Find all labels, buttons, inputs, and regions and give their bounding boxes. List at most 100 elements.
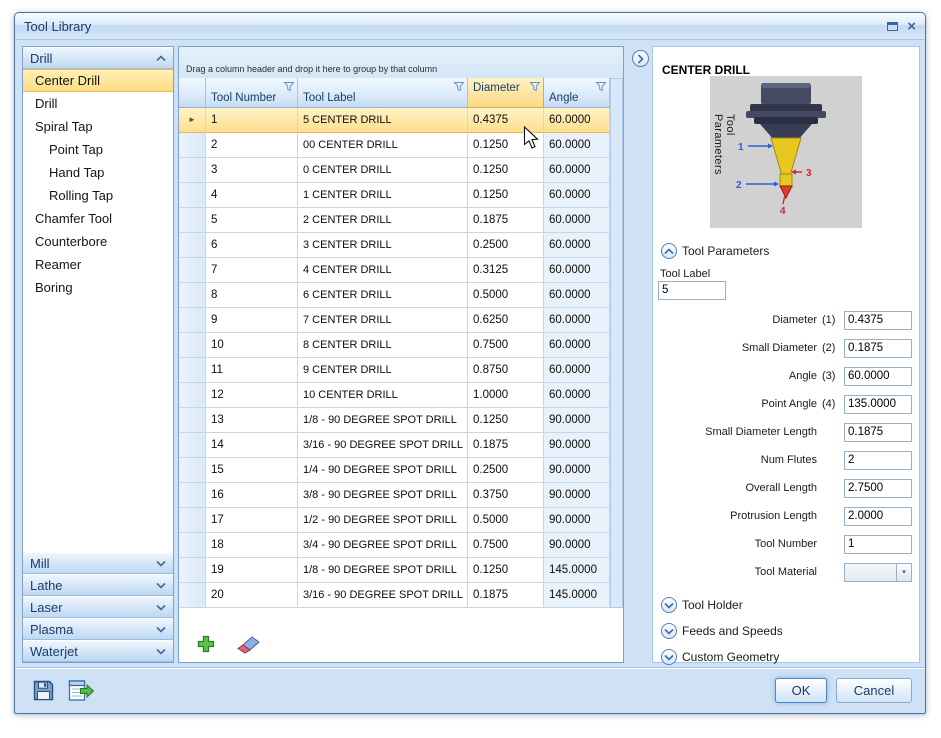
- table-row[interactable]: 151/4 - 90 DEGREE SPOT DRILL0.250090.000…: [179, 458, 610, 483]
- maximize-button[interactable]: [887, 22, 898, 31]
- table-row[interactable]: 41 CENTER DRILL0.125060.0000: [179, 183, 610, 208]
- row-indicator: [179, 208, 206, 233]
- small-diameter-length-input[interactable]: 0.1875: [844, 423, 912, 442]
- cell-angle: 90.0000: [544, 533, 610, 558]
- tool-label-input[interactable]: 5: [658, 281, 726, 300]
- table-row[interactable]: ►15 CENTER DRILL0.437560.0000: [179, 108, 610, 133]
- delete-tool-button[interactable]: [231, 630, 265, 658]
- diameter-input[interactable]: 0.4375: [844, 311, 912, 330]
- table-row[interactable]: 163/8 - 90 DEGREE SPOT DRILL0.375090.000…: [179, 483, 610, 508]
- sidebar-group-lathe[interactable]: Lathe: [23, 574, 173, 596]
- grid-body: ►15 CENTER DRILL0.437560.0000200 CENTER …: [179, 108, 610, 608]
- sidebar-item-chamfer-tool[interactable]: Chamfer Tool: [23, 207, 173, 230]
- cell-angle: 60.0000: [544, 383, 610, 408]
- filter-icon[interactable]: [529, 81, 541, 92]
- footer: OK Cancel: [15, 667, 925, 712]
- sidebar-group-waterjet[interactable]: Waterjet: [23, 640, 173, 662]
- table-row[interactable]: 108 CENTER DRILL0.750060.0000: [179, 333, 610, 358]
- group-by-drop-zone[interactable]: Drag a column header and drop it here to…: [179, 47, 623, 78]
- sidebar-item-hand-tap[interactable]: Hand Tap: [23, 161, 173, 184]
- table-row[interactable]: 171/2 - 90 DEGREE SPOT DRILL0.500090.000…: [179, 508, 610, 533]
- table-row[interactable]: 74 CENTER DRILL0.312560.0000: [179, 258, 610, 283]
- column-header-label: Diameter: [473, 82, 520, 94]
- sidebar-item-rolling-tap[interactable]: Rolling Tap: [23, 184, 173, 207]
- cell-angle: 90.0000: [544, 483, 610, 508]
- table-row[interactable]: 143/16 - 90 DEGREE SPOT DRILL0.187590.00…: [179, 433, 610, 458]
- table-row[interactable]: 86 CENTER DRILL0.500060.0000: [179, 283, 610, 308]
- filter-icon[interactable]: [595, 81, 607, 92]
- table-row[interactable]: 191/8 - 90 DEGREE SPOT DRILL0.1250145.00…: [179, 558, 610, 583]
- tool-grid-panel: Drag a column header and drop it here to…: [178, 46, 624, 663]
- cell-angle: 60.0000: [544, 208, 610, 233]
- sidebar-item-reamer[interactable]: Reamer: [23, 253, 173, 276]
- protrusion-length-input[interactable]: 2.0000: [844, 507, 912, 526]
- table-row[interactable]: 131/8 - 90 DEGREE SPOT DRILL0.125090.000…: [179, 408, 610, 433]
- row-indicator: [179, 358, 206, 383]
- column-header-diameter[interactable]: Diameter: [468, 78, 544, 108]
- sidebar-item-boring[interactable]: Boring: [23, 276, 173, 299]
- table-row[interactable]: 97 CENTER DRILL0.625060.0000: [179, 308, 610, 333]
- table-row[interactable]: 183/4 - 90 DEGREE SPOT DRILL0.750090.000…: [179, 533, 610, 558]
- cell-angle: 90.0000: [544, 458, 610, 483]
- vertical-scrollbar[interactable]: [610, 78, 623, 608]
- point-angle-input[interactable]: 135.0000: [844, 395, 912, 414]
- field-label: Angle: [658, 370, 822, 382]
- window-title: Tool Library: [24, 19, 91, 34]
- table-row[interactable]: 1210 CENTER DRILL1.000060.0000: [179, 383, 610, 408]
- cell-tool-number: 8: [206, 283, 298, 308]
- sidebar-group-mill[interactable]: Mill: [23, 552, 173, 574]
- tool-image-side-label: Tool Parameters: [712, 114, 736, 190]
- section-tool-parameters[interactable]: Tool Parameters: [661, 240, 769, 262]
- field-label: Point Angle: [658, 398, 822, 410]
- table-row[interactable]: 200 CENTER DRILL0.125060.0000: [179, 133, 610, 158]
- tool-material-select[interactable]: ▾: [844, 563, 912, 582]
- titlebar[interactable]: Tool Library ×: [15, 13, 925, 40]
- cell-angle: 60.0000: [544, 183, 610, 208]
- cell-tool-label: 3/8 - 90 DEGREE SPOT DRILL: [298, 483, 468, 508]
- sidebar-item-center-drill[interactable]: Center Drill: [23, 69, 173, 92]
- tool-number-input[interactable]: 1: [844, 535, 912, 554]
- table-row[interactable]: 30 CENTER DRILL0.125060.0000: [179, 158, 610, 183]
- section-custom-geometry[interactable]: Custom Geometry: [661, 646, 783, 668]
- overall-length-input[interactable]: 2.7500: [844, 479, 912, 498]
- sidebar-item-counterbore[interactable]: Counterbore: [23, 230, 173, 253]
- section-tool-holder[interactable]: Tool Holder: [661, 594, 783, 616]
- cell-diameter: 0.7500: [468, 533, 544, 558]
- cell-tool-label: 3/4 - 90 DEGREE SPOT DRILL: [298, 533, 468, 558]
- selected-row-arrow-icon: ►: [188, 108, 196, 132]
- sidebar-group-plasma[interactable]: Plasma: [23, 618, 173, 640]
- angle-input[interactable]: 60.0000: [844, 367, 912, 386]
- sidebar-item-point-tap[interactable]: Point Tap: [23, 138, 173, 161]
- collapse-panel-button[interactable]: [632, 50, 649, 67]
- filter-icon[interactable]: [453, 81, 465, 92]
- table-row[interactable]: 63 CENTER DRILL0.250060.0000: [179, 233, 610, 258]
- field-point-angle: Point Angle(4)135.0000: [658, 390, 912, 418]
- sidebar-group-drill[interactable]: Drill: [23, 47, 173, 69]
- field-overall-length: Overall Length2.7500: [658, 474, 912, 502]
- sidebar-group-laser[interactable]: Laser: [23, 596, 173, 618]
- close-button[interactable]: ×: [907, 19, 916, 34]
- sidebar-item-spiral-tap[interactable]: Spiral Tap: [23, 115, 173, 138]
- column-header-tool-label[interactable]: Tool Label: [298, 78, 468, 108]
- cell-tool-label: 9 CENTER DRILL: [298, 358, 468, 383]
- table-row[interactable]: 52 CENTER DRILL0.187560.0000: [179, 208, 610, 233]
- sidebar-item-drill[interactable]: Drill: [23, 92, 173, 115]
- column-header-tool-number[interactable]: Tool Number: [206, 78, 298, 108]
- column-header-label: Angle: [549, 92, 578, 104]
- save-library-button[interactable]: [28, 676, 58, 704]
- small-diameter-input[interactable]: 0.1875: [844, 339, 912, 358]
- ok-button[interactable]: OK: [775, 678, 827, 703]
- import-export-button[interactable]: [66, 676, 96, 704]
- add-tool-button[interactable]: [189, 630, 223, 658]
- num-flutes-input[interactable]: 2: [844, 451, 912, 470]
- filter-icon[interactable]: [283, 81, 295, 92]
- row-indicator: [179, 383, 206, 408]
- field-marker: (4): [822, 398, 844, 410]
- field-protrusion-length: Protrusion Length2.0000: [658, 502, 912, 530]
- table-row[interactable]: 119 CENTER DRILL0.875060.0000: [179, 358, 610, 383]
- cancel-button[interactable]: Cancel: [836, 678, 912, 703]
- section-feeds-and-speeds[interactable]: Feeds and Speeds: [661, 620, 783, 642]
- cell-tool-label: 6 CENTER DRILL: [298, 283, 468, 308]
- column-header-angle[interactable]: Angle: [544, 78, 610, 108]
- table-row[interactable]: 203/16 - 90 DEGREE SPOT DRILL0.1875145.0…: [179, 583, 610, 608]
